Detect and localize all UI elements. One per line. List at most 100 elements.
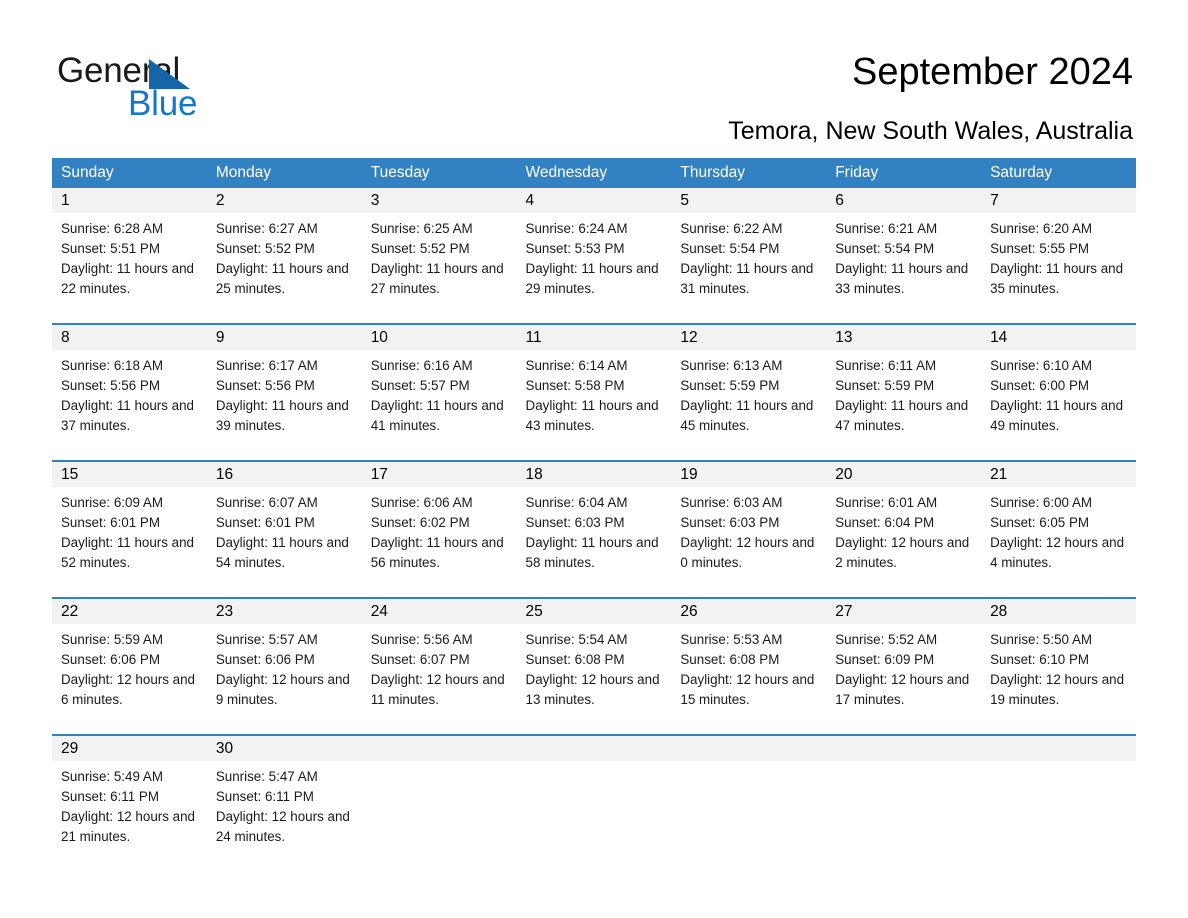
daylight-text: Daylight: 12 hours and 24 minutes. — [215, 809, 350, 844]
daylight-text: Daylight: 12 hours and 13 minutes. — [525, 672, 660, 707]
day-number: 30 — [215, 740, 234, 757]
day-sun-info: Sunrise: 6:06 AM Sunset: 6:02 PM Daylight:… — [362, 487, 517, 573]
day-number-band: 13 — [826, 325, 982, 350]
calendar-day-cell[interactable]: 5 Sunrise: 6:22 AM Sunset: 5:54 PM Daylight… — [671, 188, 827, 323]
calendar-day-cell[interactable]: 21 Sunrise: 6:00 AM Sunset: 6:05 PM Dayligh… — [981, 462, 1136, 597]
calendar-day-cell[interactable]: 16 Sunrise: 6:07 AM Sunset: 6:01 PM Dayligh… — [206, 462, 362, 597]
calendar-day-cell[interactable]: 20 Sunrise: 6:01 AM Sunset: 6:04 PM Dayligh… — [826, 462, 982, 597]
day-number-band: 9 — [206, 325, 362, 350]
day-number-band: 8 — [52, 325, 207, 350]
calendar-day-cell[interactable]: 22 Sunrise: 5:59 AM Sunset: 6:06 PM Dayligh… — [52, 599, 207, 734]
calendar-day-cell[interactable]: 7 Sunrise: 6:20 AM Sunset: 5:55 PM Daylight… — [981, 188, 1136, 323]
calendar-day-cell-empty — [671, 736, 827, 861]
sunrise-text: Sunrise: 5:56 AM — [370, 632, 473, 647]
weekday-header-tuesday: Tuesday — [370, 164, 430, 181]
daylight-text: Daylight: 11 hours and 43 minutes. — [525, 398, 659, 433]
calendar-day-cell[interactable]: 18 Sunrise: 6:04 AM Sunset: 6:03 PM Dayligh… — [516, 462, 672, 597]
calendar-day-cell[interactable]: 8 Sunrise: 6:18 AM Sunset: 5:56 PM Daylight… — [52, 325, 207, 460]
day-number: 27 — [835, 603, 853, 620]
daylight-text: Daylight: 11 hours and 33 minutes. — [835, 261, 969, 296]
sunset-text: Sunset: 6:10 PM — [990, 652, 1090, 667]
weekday-header-saturday: Saturday — [990, 164, 1053, 181]
day-number: 21 — [990, 466, 1008, 483]
weekday-header-monday: Monday — [215, 164, 271, 181]
day-number: 7 — [990, 192, 999, 209]
sunrise-text: Sunrise: 6:14 AM — [525, 358, 628, 373]
day-sun-info: Sunrise: 6:20 AM Sunset: 5:55 PM Daylight:… — [981, 213, 1136, 299]
day-sun-info: Sunrise: 5:54 AM Sunset: 6:08 PM Daylight:… — [517, 624, 672, 710]
sunrise-text: Sunrise: 6:09 AM — [61, 495, 163, 510]
calendar-day-cell[interactable]: 26 Sunrise: 5:53 AM Sunset: 6:08 PM Dayligh… — [671, 599, 827, 734]
day-number: 19 — [680, 466, 698, 483]
calendar-day-cell[interactable]: 11 Sunrise: 6:14 AM Sunset: 5:58 PM Dayligh… — [516, 325, 672, 460]
calendar-day-cell[interactable]: 30 Sunrise: 5:47 AM Sunset: 6:11 PM Dayligh… — [206, 736, 362, 861]
sunrise-text: Sunrise: 6:16 AM — [370, 358, 473, 373]
calendar-day-cell[interactable]: 13 Sunrise: 6:11 AM Sunset: 5:59 PM Dayligh… — [826, 325, 982, 460]
day-sun-info: Sunrise: 5:53 AM Sunset: 6:08 PM Daylight:… — [671, 624, 826, 710]
day-number-band — [516, 736, 672, 761]
day-number: 17 — [370, 466, 388, 483]
day-sun-info: Sunrise: 6:28 AM Sunset: 5:51 PM Daylight:… — [52, 213, 207, 299]
calendar-day-cell[interactable]: 27 Sunrise: 5:52 AM Sunset: 6:09 PM Dayligh… — [826, 599, 982, 734]
sunrise-text: Sunrise: 5:50 AM — [990, 632, 1093, 647]
day-number-band: 19 — [671, 462, 827, 487]
daylight-text: Daylight: 11 hours and 54 minutes. — [215, 535, 349, 570]
calendar-day-cell[interactable]: 29 Sunrise: 5:49 AM Sunset: 6:11 PM Dayligh… — [52, 736, 207, 861]
sunset-text: Sunset: 5:51 PM — [61, 241, 160, 256]
daylight-text: Daylight: 11 hours and 35 minutes. — [990, 261, 1124, 296]
calendar-day-cell[interactable]: 23 Sunrise: 5:57 AM Sunset: 6:06 PM Dayligh… — [206, 599, 362, 734]
daylight-text: Daylight: 12 hours and 19 minutes. — [990, 672, 1125, 707]
sunrise-text: Sunrise: 5:59 AM — [61, 632, 163, 647]
calendar-day-cell[interactable]: 15 Sunrise: 6:09 AM Sunset: 6:01 PM Dayligh… — [52, 462, 207, 597]
sunrise-text: Sunrise: 6:28 AM — [61, 221, 163, 236]
sunset-text: Sunset: 5:53 PM — [525, 241, 625, 256]
day-sun-info: Sunrise: 6:11 AM Sunset: 5:59 PM Daylight:… — [826, 350, 981, 436]
daylight-text: Daylight: 11 hours and 39 minutes. — [215, 398, 349, 433]
sunset-text: Sunset: 6:01 PM — [61, 515, 160, 530]
calendar-day-cell[interactable]: 14 Sunrise: 6:10 AM Sunset: 6:00 PM Dayligh… — [981, 325, 1136, 460]
sunset-text: Sunset: 6:03 PM — [680, 515, 780, 530]
day-number: 11 — [525, 329, 542, 346]
calendar-day-cell[interactable]: 2 Sunrise: 6:27 AM Sunset: 5:52 PM Daylight… — [206, 188, 362, 323]
calendar-day-cell[interactable]: 10 Sunrise: 6:16 AM Sunset: 5:57 PM Dayligh… — [361, 325, 517, 460]
day-number: 9 — [215, 329, 225, 346]
day-number-band: 12 — [671, 325, 827, 350]
day-sun-info: Sunrise: 6:27 AM Sunset: 5:52 PM Daylight:… — [207, 213, 362, 299]
generalblue-logo[interactable]: General Blue — [57, 52, 317, 123]
day-number-band: 4 — [516, 188, 672, 213]
calendar-day-cell[interactable]: 6 Sunrise: 6:21 AM Sunset: 5:54 PM Daylight… — [826, 188, 982, 323]
calendar-day-cell[interactable]: 1 Sunrise: 6:28 AM Sunset: 5:51 PM Daylight… — [52, 188, 207, 323]
day-number: 18 — [525, 466, 543, 483]
daylight-text: Daylight: 11 hours and 56 minutes. — [370, 535, 504, 570]
calendar-day-cell[interactable]: 24 Sunrise: 5:56 AM Sunset: 6:07 PM Dayligh… — [361, 599, 517, 734]
day-number-band: 28 — [981, 599, 1136, 624]
day-number: 20 — [835, 466, 853, 483]
sunrise-text: Sunrise: 6:13 AM — [680, 358, 783, 373]
weekday-header-sunday: Sunday — [61, 164, 114, 181]
sunset-text: Sunset: 6:08 PM — [680, 652, 780, 667]
sunrise-text: Sunrise: 5:49 AM — [61, 769, 163, 784]
day-sun-info: Sunrise: 6:09 AM Sunset: 6:01 PM Daylight:… — [52, 487, 207, 573]
daylight-text: Daylight: 11 hours and 58 minutes. — [525, 535, 659, 570]
sunset-text: Sunset: 6:04 PM — [835, 515, 935, 530]
day-number: 29 — [61, 740, 79, 757]
day-number-band: 11 — [516, 325, 672, 350]
calendar-day-cell[interactable]: 19 Sunrise: 6:03 AM Sunset: 6:03 PM Dayligh… — [671, 462, 827, 597]
weekday-header-wednesday: Wednesday — [525, 164, 608, 181]
day-sun-info: Sunrise: 6:17 AM Sunset: 5:56 PM Daylight:… — [207, 350, 362, 436]
sunset-text: Sunset: 6:01 PM — [215, 515, 315, 530]
daylight-text: Daylight: 12 hours and 6 minutes. — [61, 672, 195, 707]
calendar-day-cell[interactable]: 17 Sunrise: 6:06 AM Sunset: 6:02 PM Dayligh… — [361, 462, 517, 597]
calendar-week-row: 29 Sunrise: 5:49 AM Sunset: 6:11 PM Dayligh… — [52, 734, 1136, 861]
calendar-day-cell[interactable]: 25 Sunrise: 5:54 AM Sunset: 6:08 PM Dayligh… — [516, 599, 672, 734]
sunset-text: Sunset: 5:52 PM — [370, 241, 470, 256]
calendar-day-cell[interactable]: 4 Sunrise: 6:24 AM Sunset: 5:53 PM Daylight… — [516, 188, 672, 323]
sunset-text: Sunset: 5:56 PM — [61, 378, 160, 393]
calendar-day-cell[interactable]: 28 Sunrise: 5:50 AM Sunset: 6:10 PM Dayligh… — [981, 599, 1136, 734]
calendar-day-cell[interactable]: 12 Sunrise: 6:13 AM Sunset: 5:59 PM Dayligh… — [671, 325, 827, 460]
calendar-week-row: 8 Sunrise: 6:18 AM Sunset: 5:56 PM Daylight… — [52, 323, 1136, 460]
day-sun-info: Sunrise: 5:56 AM Sunset: 6:07 PM Daylight:… — [362, 624, 517, 710]
daylight-text: Daylight: 11 hours and 49 minutes. — [990, 398, 1124, 433]
calendar-day-cell[interactable]: 9 Sunrise: 6:17 AM Sunset: 5:56 PM Daylight… — [206, 325, 362, 460]
calendar-day-cell[interactable]: 3 Sunrise: 6:25 AM Sunset: 5:52 PM Daylight… — [361, 188, 517, 323]
